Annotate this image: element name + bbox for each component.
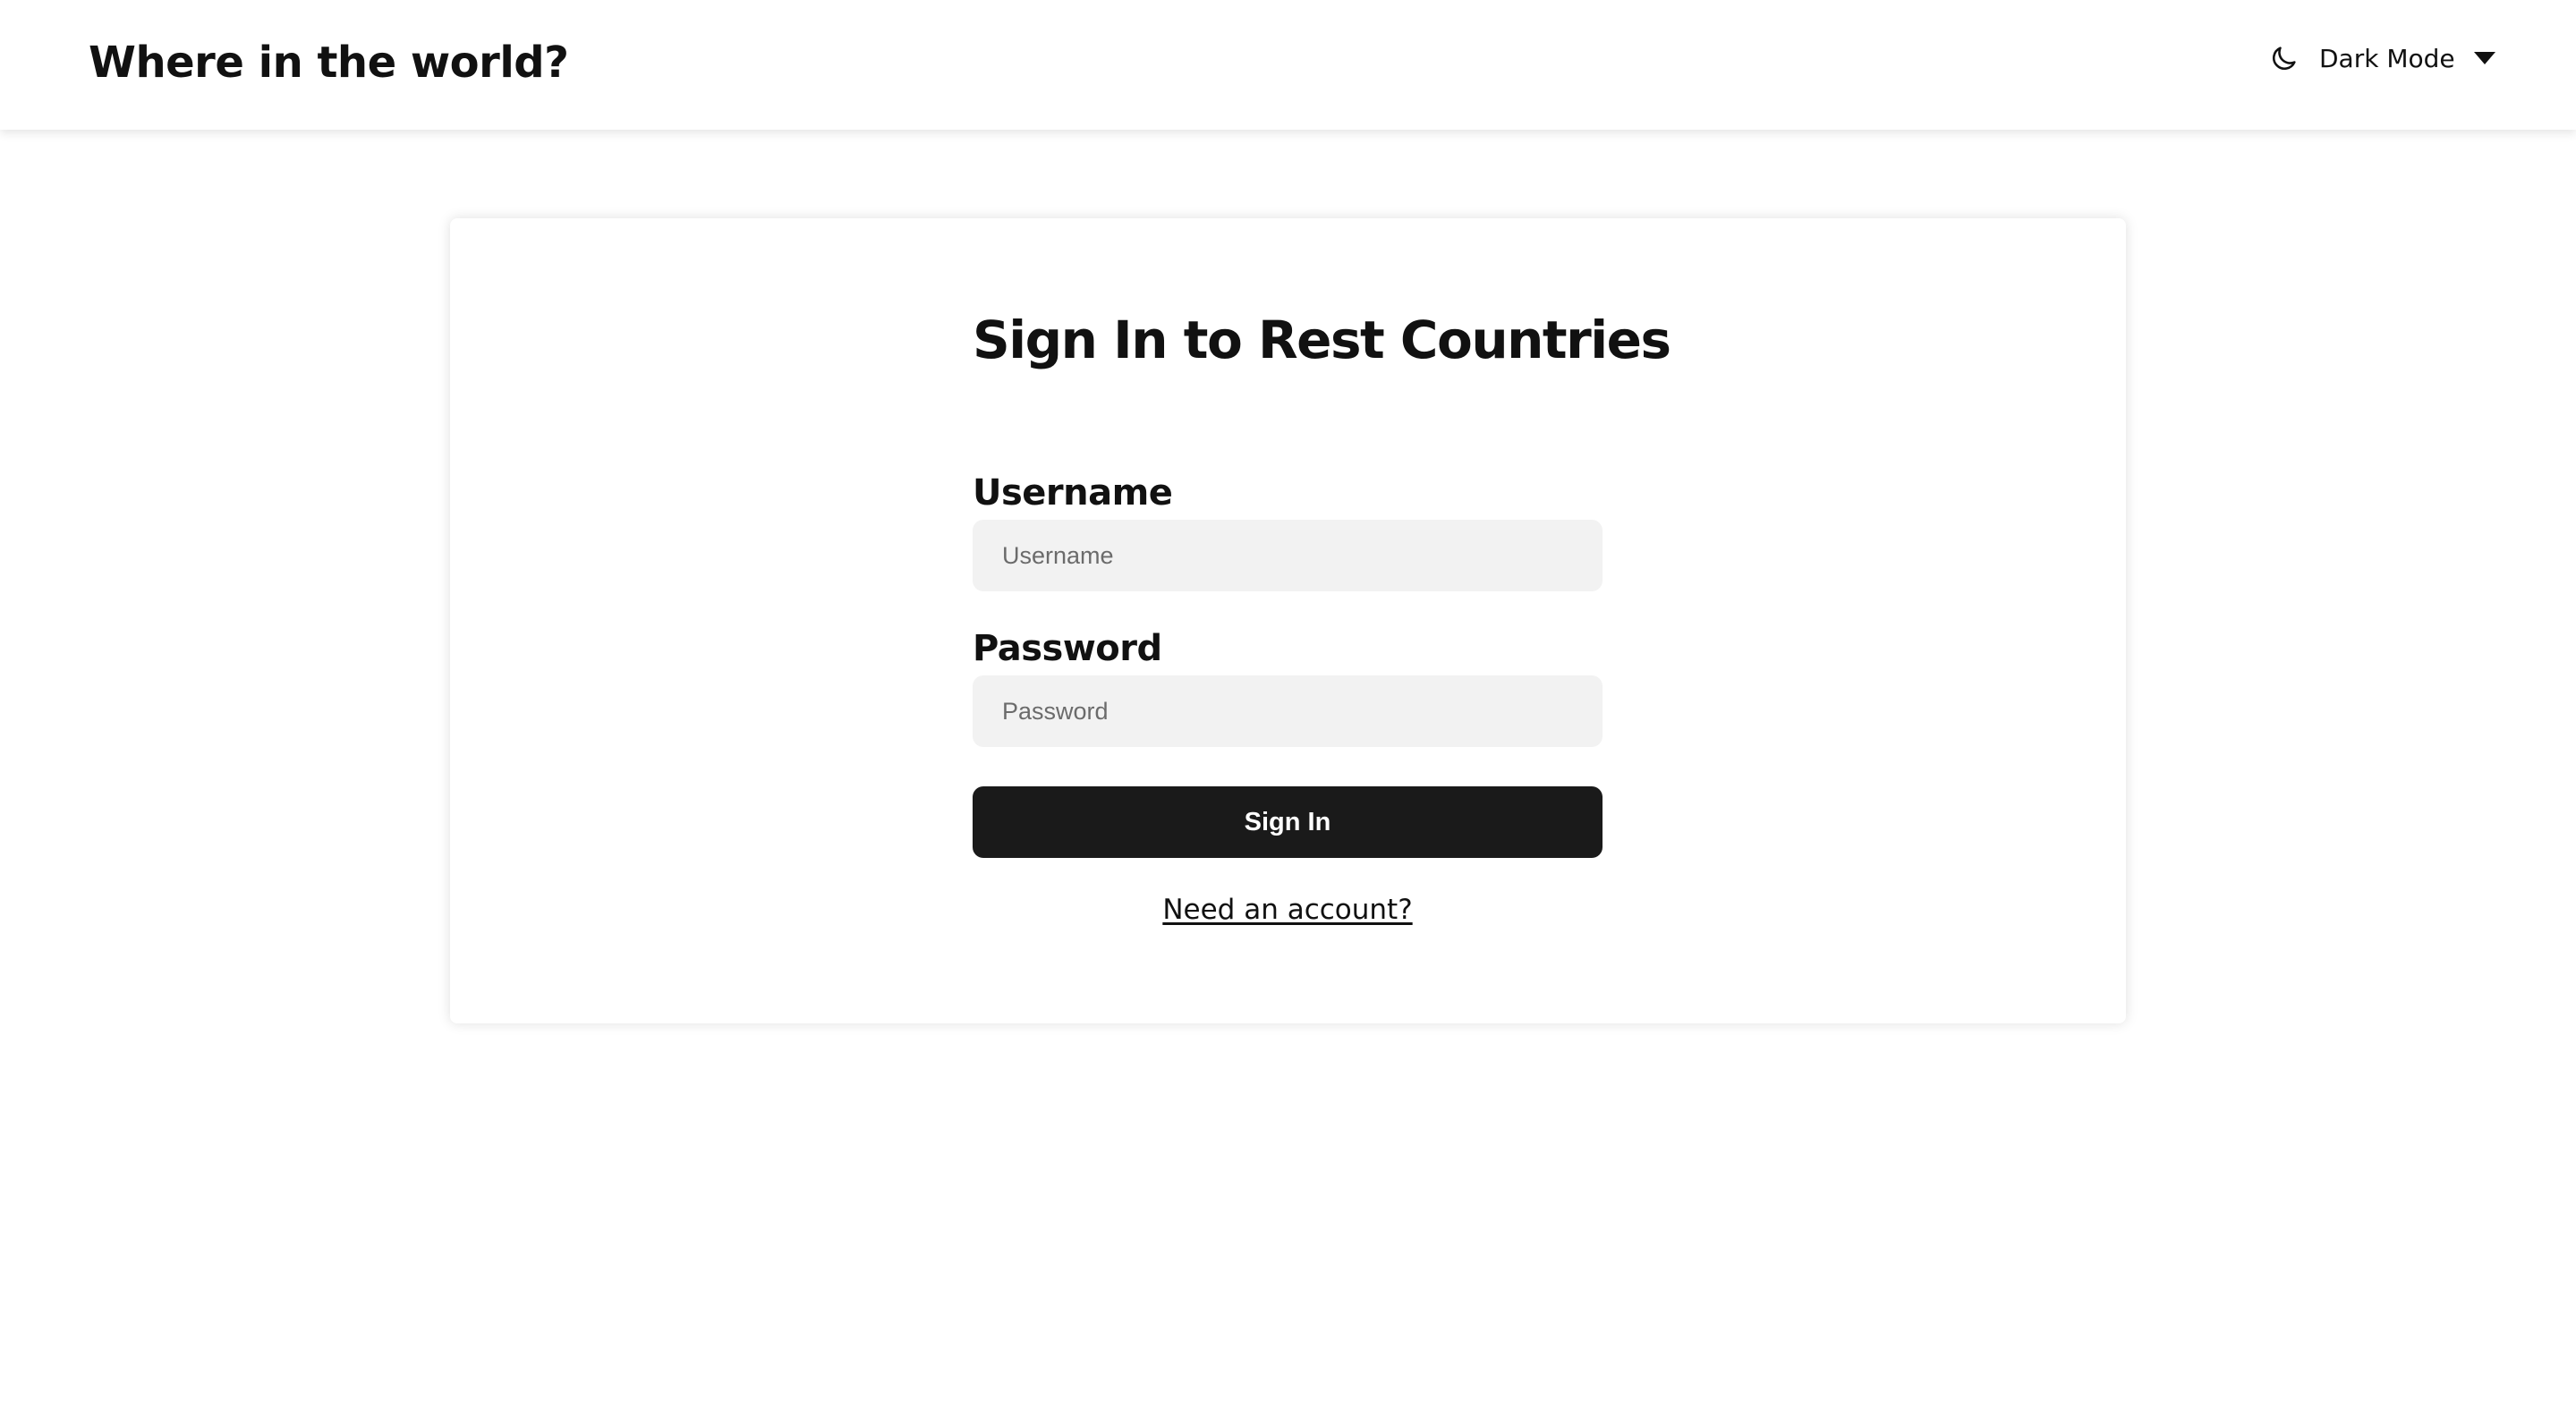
app-title: Where in the world? bbox=[89, 38, 569, 88]
site-header: Where in the world? Dark Mode bbox=[0, 0, 2576, 130]
username-input[interactable] bbox=[973, 520, 1603, 591]
password-input[interactable] bbox=[973, 675, 1603, 747]
username-label: Username bbox=[973, 472, 1173, 514]
password-label: Password bbox=[973, 628, 1162, 669]
caret-down-icon bbox=[2473, 51, 2496, 65]
sign-in-button[interactable]: Sign In bbox=[973, 786, 1603, 858]
dark-mode-label: Dark Mode bbox=[2319, 43, 2455, 73]
moon-icon bbox=[2269, 43, 2300, 73]
dark-mode-toggle[interactable]: Dark Mode bbox=[2269, 36, 2496, 81]
signin-card: Sign In to Rest Countries Username Passw… bbox=[450, 218, 2126, 1023]
form-title: Sign In to Rest Countries bbox=[973, 310, 1671, 370]
need-account-link[interactable]: Need an account? bbox=[973, 892, 1603, 928]
